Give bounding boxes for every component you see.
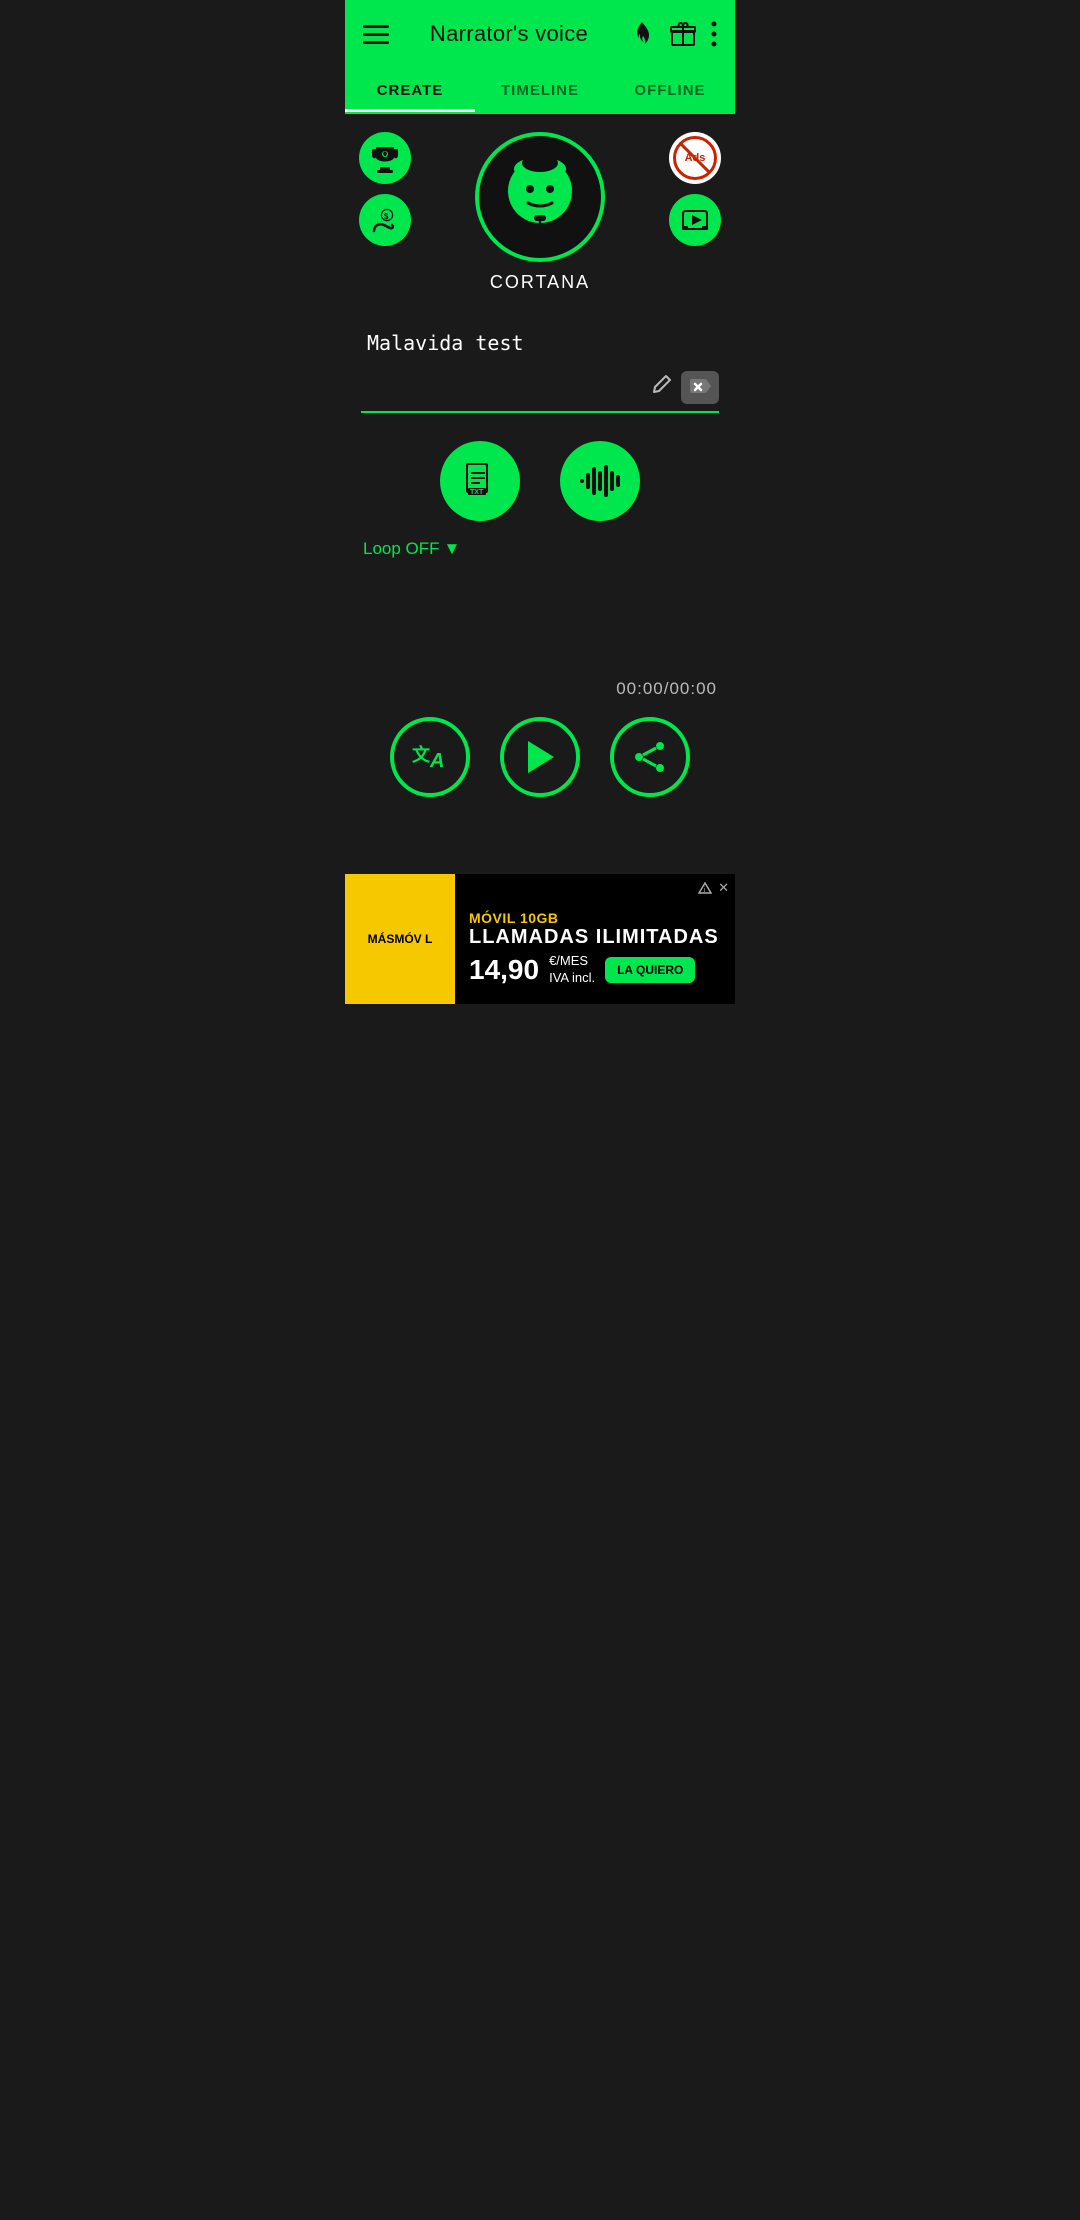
fire-icon-button[interactable] [629,20,655,48]
coins-button[interactable]: $ [359,194,411,246]
ad-headline: MÓVIL 10GB [469,910,725,926]
timer-display: 00:00/00:00 [616,679,717,699]
no-ads-button[interactable]: Ads [669,132,721,184]
ad-price-suffix: €/MESIVA incl. [549,953,595,987]
text-actions [647,369,719,405]
tab-create[interactable]: CREATE [345,68,475,112]
top-bar-actions [629,20,717,48]
ad-close-button[interactable]: ✕ [718,880,729,896]
bottom-controls: 文 A [345,717,735,811]
translate-button[interactable]: 文 A [390,717,470,797]
character-area: $ [345,114,735,323]
clear-text-button[interactable] [681,371,719,404]
loop-dropdown-arrow: ▼ [444,539,461,559]
more-options-button[interactable] [711,21,717,47]
tab-bar: CREATE TIMELINE OFFLINE [345,68,735,114]
ad-price-row: 14,90 €/MESIVA incl. LA QUIERO [469,953,725,987]
ad-price: 14,90 [469,954,539,986]
loop-label-text: Loop OFF [363,539,440,559]
ad-subline: LLAMADAS ILIMITADAS [469,926,725,949]
main-content: $ [345,114,735,874]
svg-text:TXT: TXT [470,489,484,496]
video-play-button[interactable] [669,194,721,246]
right-side-icons: Ads [669,132,721,246]
svg-text:A: A [429,750,444,772]
action-buttons: TXT [345,441,735,521]
ad-banner: MÁSMÓV L i ✕ MÓVIL 10GB LLAMADAS ILIMITA… [345,874,735,1004]
soundwave-button[interactable] [560,441,640,521]
ad-triangle-icon: i [698,882,712,894]
edit-text-button[interactable] [647,369,677,405]
character-name: CORTANA [490,272,590,293]
hamburger-menu-button[interactable] [363,25,389,44]
svg-text:文: 文 [412,744,431,765]
ad-content-section: i ✕ MÓVIL 10GB LLAMADAS ILIMITADAS 14,90… [455,874,735,1004]
share-button[interactable] [610,717,690,797]
txt-file-button[interactable]: TXT [440,441,520,521]
loop-row: Loop OFF ▼ [345,521,735,559]
ad-close-row: i ✕ [698,880,729,896]
gift-icon-button[interactable] [669,21,697,47]
text-input-row: Malavida test [361,323,719,413]
ad-logo-text: MÁSMÓV L [368,932,433,946]
text-input-container: Malavida test [345,323,735,413]
tab-timeline[interactable]: TIMELINE [475,68,605,112]
app-title: Narrator's voice [430,21,588,47]
left-side-icons: $ [359,132,411,246]
trophy-button[interactable] [359,132,411,184]
timer-row: 00:00/00:00 [345,679,735,699]
play-button[interactable] [500,717,580,797]
ad-logo-section: MÁSMÓV L [345,874,455,1004]
loop-toggle[interactable]: Loop OFF ▼ [363,539,460,559]
ad-cta-button[interactable]: LA QUIERO [605,957,695,983]
top-bar: Narrator's voice [345,0,735,68]
character-avatar[interactable] [475,132,605,262]
svg-text:$: $ [384,212,389,221]
tab-offline[interactable]: OFFLINE [605,68,735,112]
